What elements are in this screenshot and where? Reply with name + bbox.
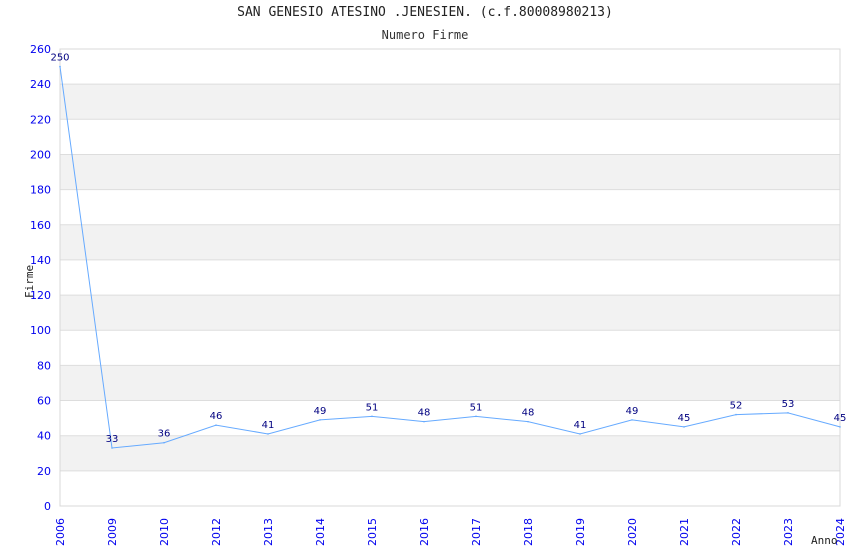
data-label: 33 xyxy=(106,434,119,445)
data-point xyxy=(475,415,477,418)
y-tick-label: 20 xyxy=(37,465,51,478)
x-tick-label: 2022 xyxy=(730,518,743,546)
data-label: 46 xyxy=(210,411,223,422)
data-label: 52 xyxy=(730,401,743,412)
data-point xyxy=(371,415,373,418)
data-point xyxy=(579,433,581,435)
grid-band xyxy=(60,224,840,260)
data-point xyxy=(787,412,789,414)
data-label: 51 xyxy=(366,402,379,413)
x-tick-label: 2012 xyxy=(210,518,223,546)
x-tick-label: 2015 xyxy=(366,518,379,546)
x-tick-label: 2006 xyxy=(54,518,67,546)
data-point xyxy=(735,413,737,416)
y-tick-label: 40 xyxy=(37,430,51,443)
y-tick-label: 0 xyxy=(44,500,51,513)
y-tick-label: 100 xyxy=(30,324,51,337)
y-tick-label: 180 xyxy=(30,184,51,197)
data-point xyxy=(59,65,61,68)
x-tick-label: 2021 xyxy=(678,518,691,546)
grid-band xyxy=(60,365,840,401)
data-label: 45 xyxy=(834,413,847,424)
x-tick-label: 2018 xyxy=(522,518,535,546)
data-point xyxy=(839,426,841,428)
data-label: 250 xyxy=(50,53,69,64)
y-tick-label: 200 xyxy=(30,148,51,161)
x-tick-label: 2010 xyxy=(158,518,171,546)
y-tick-label: 60 xyxy=(37,395,51,408)
data-point xyxy=(631,419,633,421)
y-tick-label: 220 xyxy=(30,113,51,126)
data-label: 45 xyxy=(678,413,691,424)
data-point xyxy=(319,419,321,421)
data-label: 51 xyxy=(470,402,483,413)
data-point xyxy=(215,424,217,426)
y-tick-label: 160 xyxy=(30,219,51,232)
data-point xyxy=(683,426,685,428)
data-point xyxy=(163,441,165,444)
data-label: 36 xyxy=(158,429,171,440)
x-tick-label: 2023 xyxy=(782,518,795,546)
x-tick-label: 2014 xyxy=(314,518,327,546)
grid-band xyxy=(60,295,840,331)
x-tick-label: 2017 xyxy=(470,518,483,546)
grid-band xyxy=(60,154,840,190)
x-tick-label: 2009 xyxy=(106,518,119,546)
data-point xyxy=(527,420,529,423)
data-label: 48 xyxy=(522,408,535,419)
data-point xyxy=(423,420,425,423)
data-label: 41 xyxy=(574,420,587,431)
x-tick-label: 2019 xyxy=(574,518,587,546)
grid-band xyxy=(60,84,840,120)
data-label: 41 xyxy=(262,420,275,431)
line-chart: 0204060801001201401601802002202402602006… xyxy=(23,43,847,547)
x-axis-label: Anno xyxy=(811,534,838,547)
y-tick-label: 80 xyxy=(37,359,51,372)
y-tick-label: 260 xyxy=(30,43,51,56)
data-label: 49 xyxy=(626,406,639,417)
grid-band xyxy=(60,435,840,471)
x-tick-label: 2016 xyxy=(418,518,431,546)
x-tick-label: 2013 xyxy=(262,518,275,546)
data-point xyxy=(111,447,113,449)
x-tick-label: 2020 xyxy=(626,518,639,546)
y-tick-label: 240 xyxy=(30,78,51,91)
y-axis-label: Firme xyxy=(23,265,36,298)
data-point xyxy=(267,433,269,435)
data-label: 53 xyxy=(782,399,795,410)
data-label: 48 xyxy=(418,408,431,419)
data-label: 49 xyxy=(314,406,327,417)
